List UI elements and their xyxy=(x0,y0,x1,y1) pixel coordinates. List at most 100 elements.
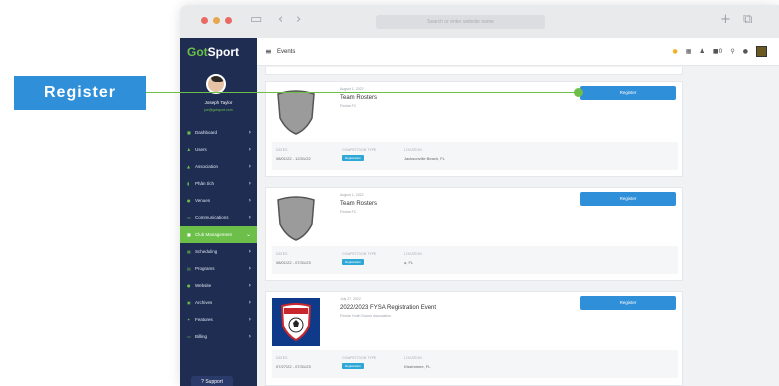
plus-icon[interactable]: + xyxy=(720,13,731,27)
settings-icon[interactable]: ● xyxy=(743,48,748,55)
event-organizer: Florida FC xyxy=(340,104,357,108)
sidebar-icon[interactable]: ▭ xyxy=(250,13,262,27)
search-icon[interactable]: ⚲ xyxy=(730,48,734,55)
scheduling-icon: ▦ xyxy=(187,249,191,254)
event-details: Dates 08/01/22 - 07/31/23 Competition Ty… xyxy=(272,246,678,274)
gotsport-logo[interactable]: GotSport xyxy=(187,45,239,59)
event-date: August 1, 2022 xyxy=(340,193,364,197)
fysa-logo-icon xyxy=(272,298,320,346)
sidebar-item-communications[interactable]: ▭ Communications › xyxy=(180,209,257,226)
tabs-icon[interactable]: ⧉ xyxy=(743,13,752,27)
location-label: Location xyxy=(404,356,422,360)
register-button[interactable]: Register xyxy=(580,296,676,310)
sidebar-item-association[interactable]: ▲ Association › xyxy=(180,158,257,175)
dates-value: 07/27/22 - 07/31/23 xyxy=(276,364,311,369)
grid-icon[interactable]: ▦ xyxy=(686,48,692,55)
chevron-down-icon: ⌄ xyxy=(245,231,251,238)
notification-badge: 0 xyxy=(718,48,723,55)
event-card: July 27, 2022 2022/2023 FYSA Registratio… xyxy=(265,291,683,386)
dates-label: Dates xyxy=(276,356,288,360)
sidebar-item-billing[interactable]: ▭ Billing › xyxy=(180,328,257,345)
location-value: Jacksonville Beach, FL xyxy=(404,156,445,161)
event-date: July 27, 2022 xyxy=(340,297,361,301)
competition-type-badge: Registration xyxy=(342,155,365,161)
sidebar-item-dashboard[interactable]: ■ Dashboard › xyxy=(180,124,257,141)
chevron-right-icon: › xyxy=(248,265,251,272)
url-bar[interactable]: Search or enter website name xyxy=(376,15,545,29)
register-button[interactable]: Register xyxy=(580,192,676,206)
browser-window: ▭ ‹ › Search or enter website name + ⧉ G… xyxy=(180,5,779,386)
support-button[interactable]: ? Support xyxy=(191,376,233,386)
user-name: Joseph Taylor xyxy=(204,100,233,105)
header-actions: ● ▦ ♟ ■0 ⚲ ● xyxy=(673,46,767,57)
chevron-left-icon[interactable]: ‹ xyxy=(278,13,283,27)
shield-placeholder-icon xyxy=(277,196,315,241)
previous-event-card xyxy=(265,67,683,75)
dates-value: 08/01/22 - 12/31/22 xyxy=(276,156,311,161)
page-title: Events xyxy=(277,49,296,55)
competition-type-label: Competition Type xyxy=(342,148,377,152)
avatar[interactable] xyxy=(206,74,226,94)
chevron-right-icon: › xyxy=(248,197,251,204)
chevron-right-icon[interactable]: › xyxy=(296,13,301,27)
sidebar-nav: ■ Dashboard › ♟ Users › ▲ Association › ▮ Phân … xyxy=(180,124,257,345)
chevron-right-icon: › xyxy=(248,282,251,289)
users-icon: ♟ xyxy=(187,147,191,152)
callout-connector-line xyxy=(146,92,580,93)
user-icon[interactable]: ♟ xyxy=(699,48,704,55)
sidebar-item-users[interactable]: ♟ Users › xyxy=(180,141,257,158)
event-card: August 1, 2022 Team Rosters Florida FC R… xyxy=(265,187,683,281)
communications-icon: ▭ xyxy=(187,215,191,220)
sidebar-item-website[interactable]: ● Website › xyxy=(180,277,257,294)
chevron-right-icon: › xyxy=(248,299,251,306)
help-icon: ? xyxy=(201,379,204,385)
sidebar-item-club-management[interactable]: ■ Club Management ⌄ xyxy=(180,226,257,243)
sidebar: Joseph Taylor joe@gotsport.com ■ Dashboar… xyxy=(180,66,257,386)
event-organizer: Florida FC xyxy=(340,210,357,214)
event-title[interactable]: Team Rosters xyxy=(340,201,377,207)
website-icon: ● xyxy=(187,283,191,288)
dates-label: Dates xyxy=(276,252,288,256)
chevron-right-icon: › xyxy=(248,316,251,323)
event-card: August 1, 2022 Team Rosters Florida FC R… xyxy=(265,81,683,177)
sidebar-item-archives[interactable]: ▣ Archives › xyxy=(180,294,257,311)
venues-icon: ● xyxy=(187,198,191,203)
association-icon: ▲ xyxy=(187,164,191,169)
chevron-right-icon: › xyxy=(248,180,251,187)
sidebar-item-analytics[interactable]: ▮ Phân tích › xyxy=(180,175,257,192)
logo-area: GotSport xyxy=(180,38,257,66)
sidebar-item-features[interactable]: ✦ Features › xyxy=(180,311,257,328)
event-date: August 1, 2022 xyxy=(340,87,364,91)
chevron-right-icon: › xyxy=(248,146,251,153)
user-email[interactable]: joe@gotsport.com xyxy=(180,108,257,112)
minimize-window-button[interactable] xyxy=(213,17,220,24)
location-value: Kissimmee, FL xyxy=(404,364,431,369)
chevron-right-icon: › xyxy=(248,248,251,255)
event-title[interactable]: 2022/2023 FYSA Registration Event xyxy=(340,305,436,311)
location-label: Location xyxy=(404,252,422,256)
app-header: GotSport ≡ Events ● ▦ ♟ ■0 ⚲ ● xyxy=(180,38,779,66)
sidebar-item-programs[interactable]: ▤ Programs › xyxy=(180,260,257,277)
hamburger-menu-icon[interactable]: ≡ xyxy=(265,48,272,56)
event-title[interactable]: Team Rosters xyxy=(340,95,377,101)
register-callout: Register xyxy=(14,76,146,110)
lightbulb-icon[interactable]: ● xyxy=(673,48,678,55)
chevron-right-icon: › xyxy=(248,163,251,170)
close-window-button[interactable] xyxy=(201,17,208,24)
sidebar-item-scheduling[interactable]: ▦ Scheduling › xyxy=(180,243,257,260)
register-button[interactable]: Register xyxy=(580,86,676,100)
location-label: Location xyxy=(404,148,422,152)
competition-type-label: Competition Type xyxy=(342,356,377,360)
club-logo-icon[interactable] xyxy=(756,46,767,57)
sidebar-item-venues[interactable]: ● Venues › xyxy=(180,192,257,209)
billing-icon: ▭ xyxy=(187,334,191,339)
location-value: a, FL xyxy=(404,260,414,265)
maximize-window-button[interactable] xyxy=(225,17,232,24)
messages-icon[interactable]: ■0 xyxy=(713,48,723,55)
competition-type-label: Competition Type xyxy=(342,252,377,256)
dates-value: 08/01/22 - 07/31/23 xyxy=(276,260,311,265)
browser-toolbar: ▭ ‹ › Search or enter website name + ⧉ xyxy=(180,5,779,38)
callout-pointer-dot xyxy=(574,88,583,97)
event-details: Dates 08/01/22 - 12/31/22 Competition Ty… xyxy=(272,142,678,170)
competition-type-badge: Registration xyxy=(342,363,365,369)
